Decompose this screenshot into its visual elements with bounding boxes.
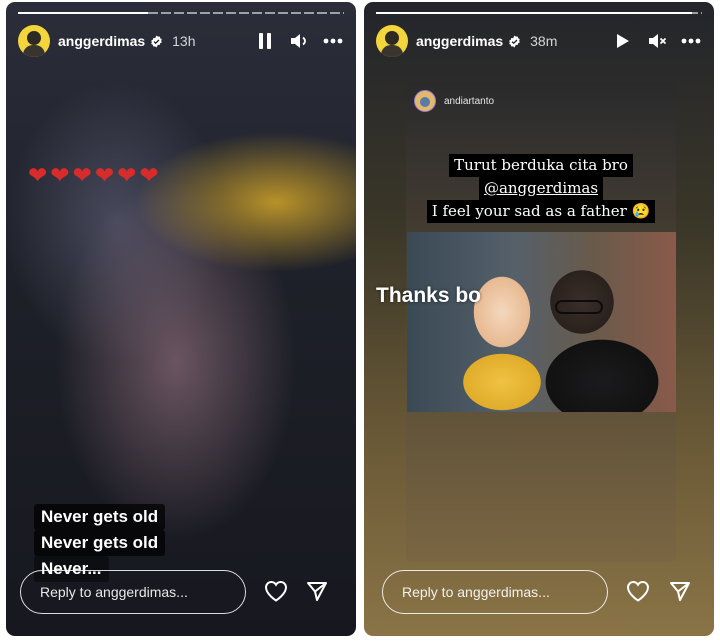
story-header: anggerdimas 38m — [376, 24, 702, 58]
heart-emojis: ❤❤❤❤❤❤ — [28, 162, 162, 188]
reply-input[interactable]: Reply to anggerdimas... — [382, 570, 608, 614]
reshared-from[interactable]: andiartanto — [414, 90, 494, 112]
story-overlay-text: Thanks bo — [376, 284, 482, 307]
story-panel-right[interactable]: anggerdimas 38m andiartanto Turut berduk… — [364, 2, 714, 636]
muted-icon[interactable] — [646, 30, 668, 52]
reshared-story-card[interactable]: andiartanto Turut berduka cita bro @angg… — [406, 82, 676, 562]
story-timestamp: 38m — [530, 33, 558, 49]
play-icon[interactable] — [612, 30, 634, 52]
send-icon[interactable] — [667, 578, 693, 604]
story-timestamp: 13h — [172, 33, 196, 49]
condolence-line: I feel your sad as a father 😢 — [426, 200, 656, 223]
mention-link[interactable]: @anggerdimas — [478, 177, 604, 200]
story-progress-fill — [376, 12, 693, 14]
glasses-detail — [555, 300, 603, 314]
reshared-username: andiartanto — [444, 95, 495, 107]
volume-icon[interactable] — [288, 30, 310, 52]
avatar[interactable] — [376, 25, 408, 57]
verified-badge-icon — [508, 35, 521, 48]
verified-badge-icon — [150, 35, 163, 48]
story-header: anggerdimas 13h — [18, 24, 344, 58]
story-progress-bar — [18, 12, 344, 14]
reply-input[interactable]: Reply to anggerdimas... — [20, 570, 246, 614]
story-progress-fill — [18, 12, 149, 14]
reshared-avatar — [414, 90, 436, 112]
heart-icon[interactable] — [263, 578, 289, 604]
story-caption-line: Never gets old — [34, 530, 166, 556]
story-caption-line: Never gets old — [34, 504, 166, 530]
more-icon[interactable] — [322, 30, 344, 52]
story-username[interactable]: anggerdimas — [416, 33, 503, 49]
pause-icon[interactable] — [254, 30, 276, 52]
condolence-text-block: Turut berduka cita bro @anggerdimas I fe… — [418, 154, 664, 223]
condolence-line: Turut berduka cita bro — [449, 154, 633, 177]
more-icon[interactable] — [680, 30, 702, 52]
story-progress-bar — [376, 12, 702, 14]
heart-icon[interactable] — [625, 578, 651, 604]
send-icon[interactable] — [304, 578, 330, 604]
father-son-photo — [407, 232, 676, 412]
story-panel-left[interactable]: anggerdimas 13h ❤❤❤❤❤❤ Never gets old Ne… — [6, 2, 356, 636]
avatar[interactable] — [18, 25, 50, 57]
story-username[interactable]: anggerdimas — [58, 33, 145, 49]
